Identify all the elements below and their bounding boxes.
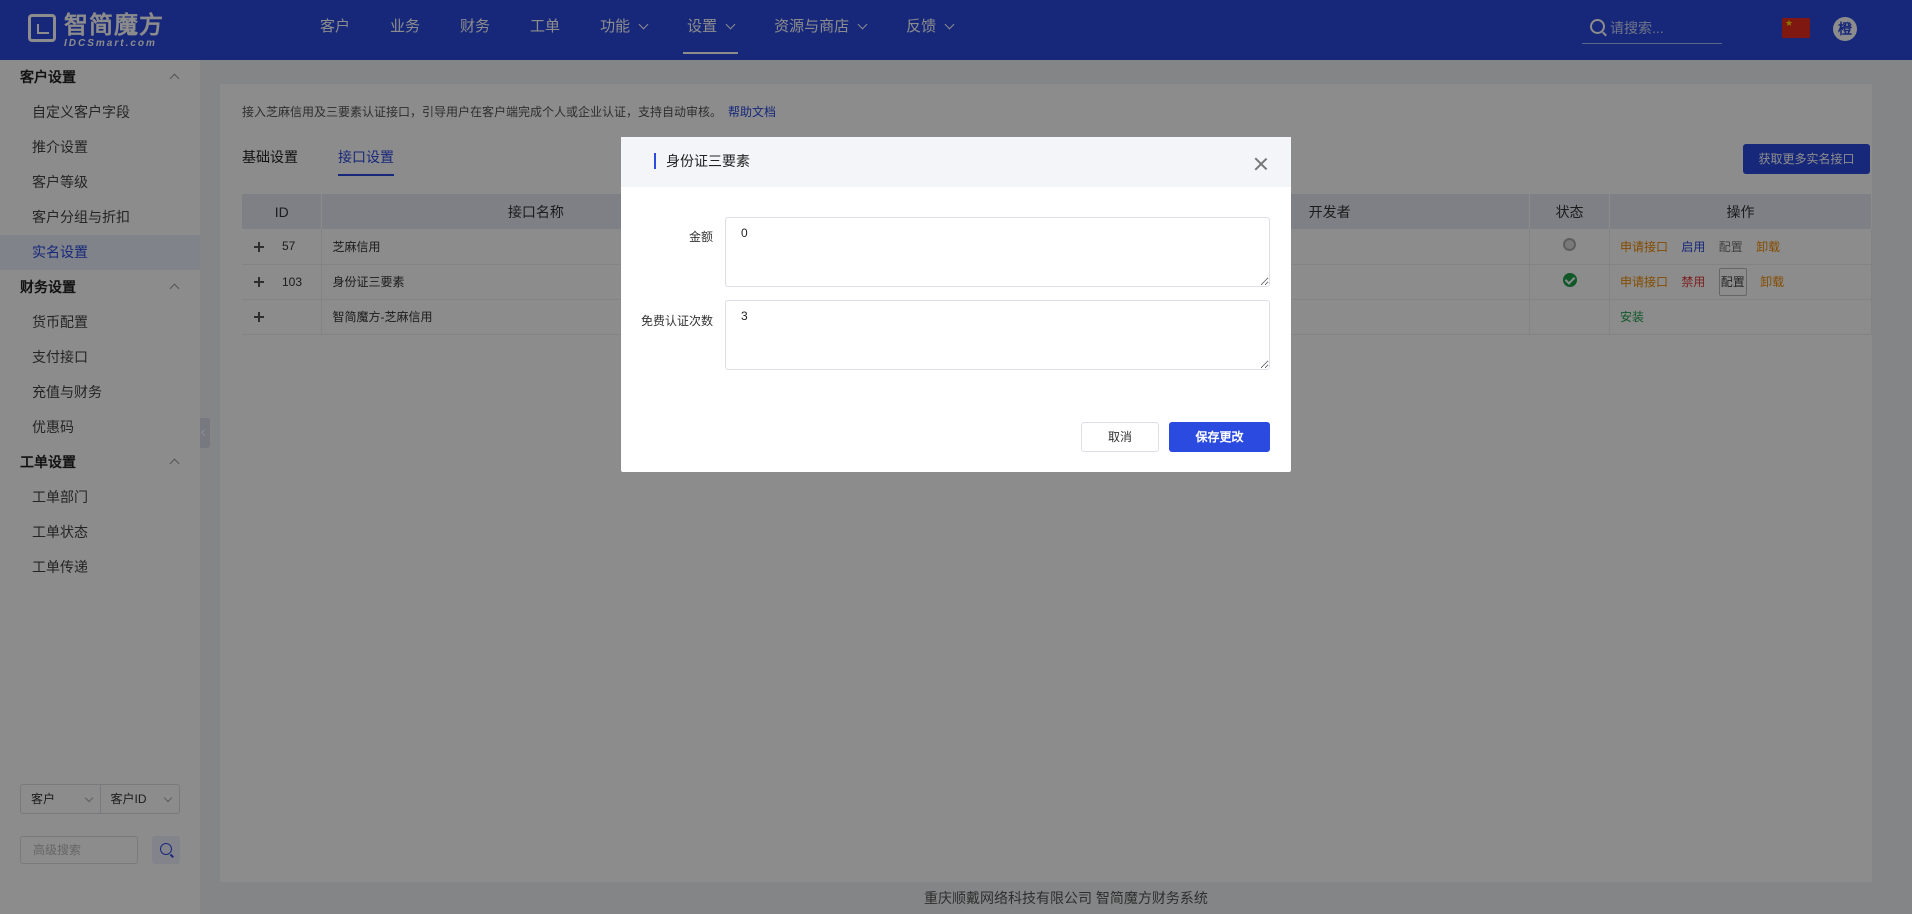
amount-label: 金额 — [688, 230, 713, 244]
save-changes-button[interactable]: 保存更改 — [1169, 422, 1270, 452]
modal-header: 身份证三要素 — [621, 137, 1291, 187]
free-count-field[interactable]: 3 — [725, 300, 1270, 370]
free-count-label: 免费认证次数 — [640, 314, 713, 328]
amount-field[interactable]: 0 — [725, 217, 1270, 287]
cancel-button[interactable]: 取消 — [1081, 422, 1159, 452]
config-modal: 身份证三要素 金额 0 免费认证次数 3 取消 保存更改 — [621, 137, 1291, 472]
modal-title: 身份证三要素 — [654, 153, 750, 169]
close-icon[interactable] — [1254, 157, 1268, 171]
